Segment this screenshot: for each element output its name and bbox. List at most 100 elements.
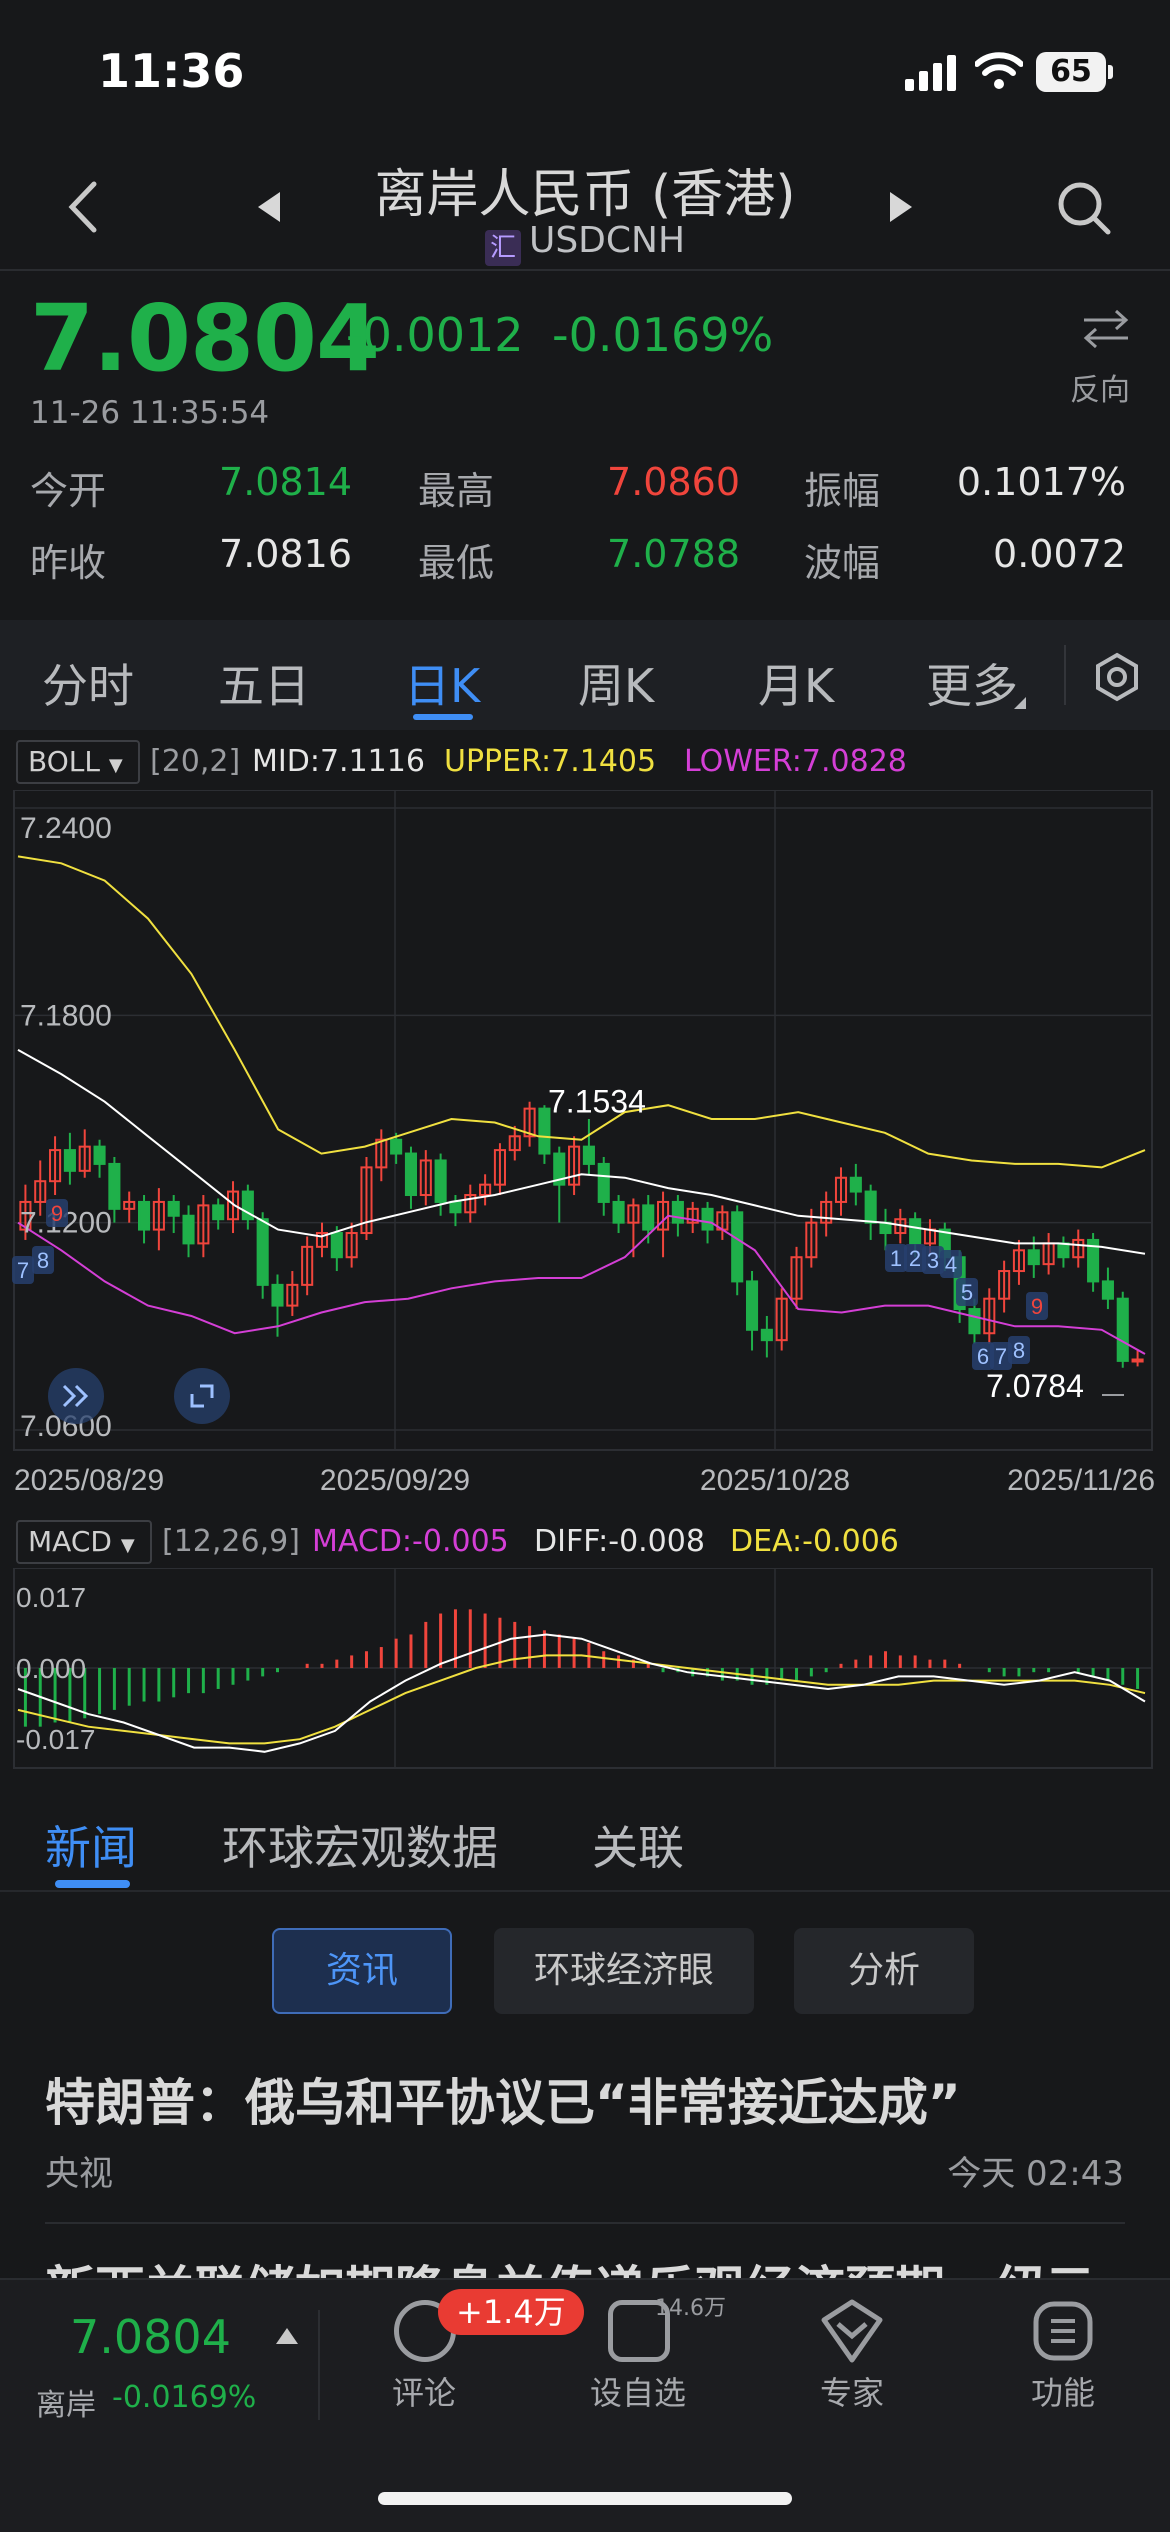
bottom-comment[interactable]: 评论	[354, 2368, 494, 2414]
candle-body	[449, 1200, 462, 1214]
tab-global-macro[interactable]: 环球宏观数据	[222, 1812, 498, 1878]
signal-icon	[905, 55, 956, 91]
counter-label: 4	[945, 1252, 957, 1277]
candlestick-chart[interactable]: 7.24007.18007.12007.06002025/08/292025/0…	[0, 790, 1170, 1510]
macd-dea: DEA:-0.006	[730, 1524, 899, 1559]
counter-label: 1	[890, 1246, 902, 1271]
candle-body	[760, 1328, 773, 1342]
status-bar: 11:36 65	[0, 0, 1170, 140]
chip-global-eye[interactable]: 环球经济眼	[494, 1928, 754, 2014]
news-source: 央视	[45, 2154, 113, 2194]
counter-label: 5	[961, 1280, 973, 1305]
tab-intraday[interactable]: 分时	[42, 650, 134, 716]
stat-value: 7.0788	[607, 532, 740, 576]
macd-chart[interactable]: 0.017 0.000 -0.017	[0, 1568, 1170, 1778]
page-title: 离岸人民币 (香港)	[374, 165, 796, 225]
macd-selector[interactable]: MACD ▼	[16, 1520, 152, 1564]
counter-label: 9	[51, 1201, 63, 1226]
menu-icon[interactable]	[1032, 2300, 1094, 2362]
tab-more[interactable]: 更多	[926, 650, 1018, 716]
stat-value: 0.0072	[993, 532, 1126, 576]
bottom-expert[interactable]: 专家	[782, 2368, 922, 2414]
stat-value: 7.0816	[219, 532, 352, 576]
watch-count: 14.6万	[655, 2296, 726, 2321]
x-tick-label: 2025/09/29	[320, 1464, 470, 1497]
macd-diff: DIFF:-0.008	[534, 1524, 705, 1559]
search-icon[interactable]	[1056, 180, 1112, 236]
tab-five-day[interactable]: 五日	[218, 650, 310, 716]
x-tick-label: 2025/11/26	[1007, 1464, 1155, 1497]
tab-indicator	[413, 714, 473, 720]
battery-icon: 65	[1036, 52, 1113, 92]
bottom-label: 离岸	[36, 2388, 96, 2423]
stat-value: 0.1017%	[956, 460, 1126, 504]
stat-value: 7.0814	[219, 460, 352, 504]
tab-monthly-k[interactable]: 月K	[758, 650, 834, 716]
candle-body	[404, 1152, 418, 1197]
price-change: -0.0012	[346, 308, 524, 362]
bottom-functions[interactable]: 功能	[993, 2368, 1133, 2414]
candle-body	[671, 1200, 684, 1224]
settings-icon[interactable]	[1092, 652, 1142, 702]
reverse-label[interactable]: 反向	[1070, 365, 1130, 409]
counter-label: 9	[1031, 1294, 1043, 1319]
quote-timestamp: 11-26 11:35:54	[30, 395, 270, 431]
stat-label: 昨收	[30, 541, 107, 585]
swap-icon[interactable]	[1080, 308, 1132, 350]
boll-params: [20,2]	[150, 744, 241, 779]
counter-label: 2	[909, 1246, 921, 1271]
tab-related[interactable]: 关联	[592, 1812, 684, 1878]
header-divider	[0, 269, 1170, 271]
macd-y-tick: 0.000	[16, 1653, 86, 1684]
comment-badge: +1.4万	[438, 2289, 584, 2335]
expert-icon[interactable]	[820, 2298, 884, 2364]
chip-news[interactable]: 资讯	[272, 1928, 452, 2014]
candle-body	[330, 1232, 343, 1259]
news-time: 今天 02:43	[947, 2154, 1124, 2194]
header: 离岸人民币 (香港) 汇 USDCNH	[0, 140, 1170, 271]
news-headline[interactable]: 特朗普：俄乌和平协议已“非常接近达成”	[45, 2063, 961, 2135]
candle-body	[582, 1145, 595, 1165]
fullscreen-button	[174, 1368, 230, 1424]
counter-label: 8	[37, 1248, 49, 1273]
candle-body	[1057, 1242, 1070, 1259]
bottom-change-pct: -0.0169%	[112, 2380, 257, 2415]
next-icon[interactable]	[888, 190, 914, 224]
expand-up-icon[interactable]	[276, 2328, 298, 2344]
candle-body	[256, 1218, 269, 1286]
symbol-label: 汇 USDCNH	[0, 220, 1170, 266]
boll-name: BOLL	[28, 745, 100, 778]
news-tab-bar	[0, 1780, 1170, 1892]
more-triangle-icon	[1014, 697, 1026, 709]
high-annotation: 7.1534	[548, 1083, 646, 1119]
chip-analysis[interactable]: 分析	[794, 1928, 974, 2014]
wifi-icon	[975, 52, 1023, 89]
macd-value: MACD:-0.005	[312, 1524, 509, 1559]
stat-label: 波幅	[804, 541, 881, 585]
counter-label: 7	[17, 1258, 29, 1283]
boll-lower: LOWER:7.0828	[684, 744, 907, 779]
diff-line	[17, 1633, 1146, 1753]
counter-label: 6	[977, 1344, 989, 1369]
bottom-price[interactable]: 7.0804	[70, 2310, 231, 2364]
tab-news[interactable]: 新闻	[45, 1812, 137, 1878]
candle-body	[434, 1159, 447, 1203]
symbol-code: USDCNH	[528, 220, 686, 261]
x-tick-label: 2025/10/28	[700, 1464, 850, 1497]
candle-body	[597, 1162, 610, 1203]
stat-value: 7.0860	[607, 460, 740, 504]
tab-weekly-k[interactable]: 周K	[578, 650, 654, 716]
boll-selector[interactable]: BOLL ▼	[16, 740, 140, 784]
macd-name: MACD	[28, 1525, 112, 1558]
dropdown-icon: ▼	[120, 1535, 135, 1556]
tab-daily-k[interactable]: 日K	[404, 650, 480, 716]
candle-body	[212, 1204, 225, 1221]
bottom-watchlist[interactable]: 设自选	[568, 2368, 708, 2414]
dropdown-icon: ▼	[108, 755, 123, 776]
last-price: 7.0804	[30, 285, 380, 392]
tab-separator	[1064, 645, 1066, 705]
candle-body	[93, 1145, 106, 1165]
counter-label: 3	[927, 1248, 939, 1273]
candle-body	[745, 1280, 759, 1331]
stat-label: 最低	[418, 541, 495, 585]
